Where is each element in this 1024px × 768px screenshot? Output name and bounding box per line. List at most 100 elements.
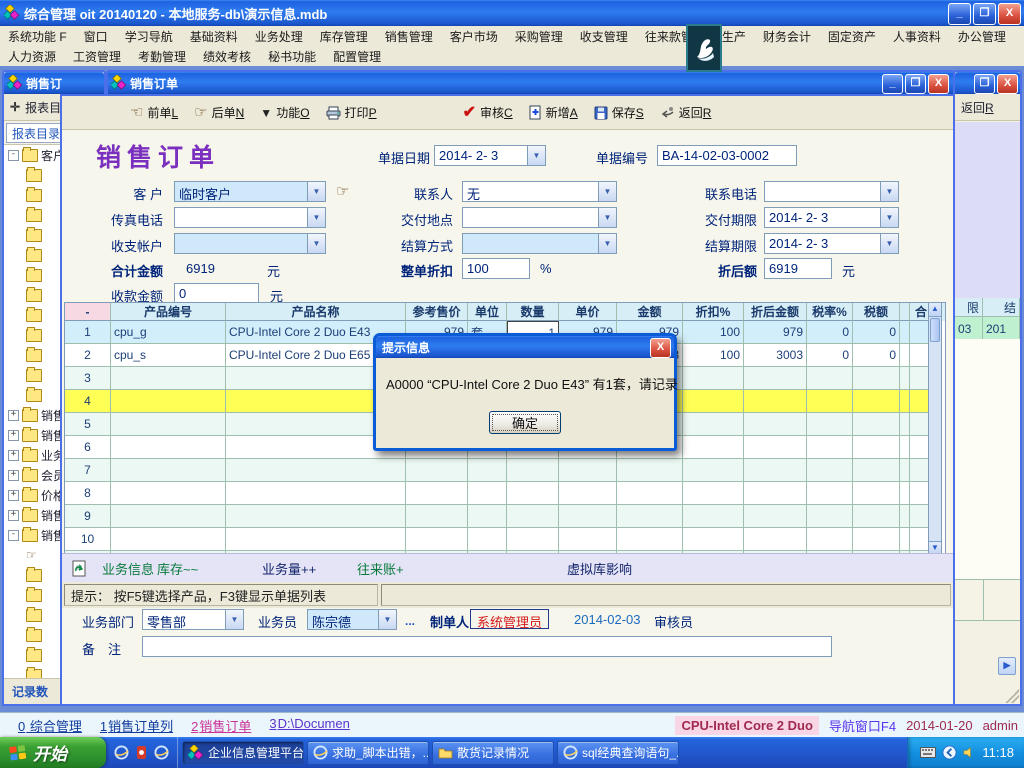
menu-item[interactable]: 绩效考核 xyxy=(203,48,251,65)
order-close-button[interactable]: X xyxy=(928,74,949,94)
volume-icon[interactable] xyxy=(963,746,976,759)
menu-item[interactable]: 生产 xyxy=(722,28,746,45)
window-tab[interactable]: 1销售订单列 xyxy=(100,716,173,735)
grid-cell[interactable] xyxy=(900,528,910,551)
grid-cell[interactable] xyxy=(683,413,744,436)
grid-cell[interactable] xyxy=(468,505,507,528)
toolbar-button-S[interactable]: 保存S xyxy=(586,100,652,126)
grid-column-header[interactable]: 折后金额 xyxy=(744,303,807,321)
grid-column-header[interactable] xyxy=(900,303,910,321)
grid-column-header[interactable]: 数量 xyxy=(507,303,559,321)
grid-cell[interactable] xyxy=(406,528,468,551)
grid-cell[interactable] xyxy=(617,505,683,528)
info-bar-item[interactable]: 虚拟库影响 xyxy=(567,559,632,578)
row-number[interactable]: 3 xyxy=(65,367,111,390)
menu-item[interactable]: 窗口 xyxy=(84,28,108,45)
grid-cell[interactable] xyxy=(617,482,683,505)
grid-cell[interactable] xyxy=(507,528,559,551)
dept-select[interactable]: 零售部▼ xyxy=(142,609,244,630)
grid-cell[interactable] xyxy=(853,413,900,436)
toolbar-button-L[interactable]: ☜前单L xyxy=(122,100,186,126)
contact-select[interactable]: 无▼ xyxy=(462,181,617,202)
toolbar-button-C[interactable]: ✔审核C xyxy=(455,100,521,126)
grid-cell[interactable] xyxy=(226,482,406,505)
grid-cell[interactable] xyxy=(617,528,683,551)
order-date-select[interactable]: 2014- 2- 3▼ xyxy=(434,145,546,166)
menu-item[interactable]: 采购管理 xyxy=(515,28,563,45)
grid-cell[interactable] xyxy=(900,436,910,459)
menu-item[interactable]: 收支管理 xyxy=(580,28,628,45)
info-bar-item[interactable]: 业务量++ xyxy=(262,559,316,578)
discount-input[interactable]: 100 xyxy=(462,258,530,279)
grid-row[interactable]: 7 xyxy=(65,459,945,482)
app-minimize-button[interactable]: _ xyxy=(948,3,971,25)
order-maximize-button[interactable]: ❐ xyxy=(905,74,926,94)
grid-cell[interactable] xyxy=(807,459,853,482)
grid-cell[interactable] xyxy=(559,505,617,528)
fax-select[interactable]: ▼ xyxy=(174,207,326,228)
nav-window-link[interactable]: 导航窗口F4 xyxy=(829,716,896,735)
grid-cell[interactable] xyxy=(507,505,559,528)
grid-cell[interactable] xyxy=(507,482,559,505)
grid-cell[interactable] xyxy=(807,505,853,528)
deliver-select[interactable]: 2014- 2- 3▼ xyxy=(764,207,899,228)
order-list-close-button[interactable]: X xyxy=(997,74,1018,94)
grid-cell[interactable] xyxy=(853,528,900,551)
grid-cell[interactable] xyxy=(853,482,900,505)
sales-order-titlebar[interactable]: 销售订单 _ ❐ X xyxy=(106,70,955,94)
grid-cell[interactable] xyxy=(683,482,744,505)
grid-cell[interactable] xyxy=(683,505,744,528)
grid-row[interactable]: 10 xyxy=(65,528,945,551)
language-icon[interactable] xyxy=(942,745,957,760)
order-list-titlebar[interactable]: ❐ X xyxy=(955,72,1020,94)
menu-item[interactable]: 工资管理 xyxy=(73,48,121,65)
dialog-close-button[interactable]: X xyxy=(650,338,671,358)
info-bar-item[interactable]: 业务信息 xyxy=(102,559,154,578)
remark-input[interactable] xyxy=(142,636,832,657)
grid-cell[interactable] xyxy=(744,482,807,505)
grid-column-header[interactable]: 税额 xyxy=(853,303,900,321)
expand-icon[interactable]: + xyxy=(8,510,19,521)
menu-item[interactable]: 办公管理 xyxy=(958,28,1006,45)
collapse-icon[interactable]: - xyxy=(8,530,19,541)
toolbar-button-A[interactable]: 新增A xyxy=(521,100,586,126)
grid-cell[interactable] xyxy=(853,459,900,482)
grid-cell[interactable] xyxy=(853,436,900,459)
grid-cell[interactable] xyxy=(900,344,910,367)
scroll-right-button[interactable]: ▶ xyxy=(998,657,1016,675)
grid-column-header[interactable]: 产品名称 xyxy=(226,303,406,321)
grid-cell[interactable] xyxy=(559,459,617,482)
grid-cell[interactable] xyxy=(507,459,559,482)
grid-row[interactable]: 8 xyxy=(65,482,945,505)
grid-cell[interactable] xyxy=(617,459,683,482)
menu-item[interactable]: 配置管理 xyxy=(333,48,381,65)
grid-cell[interactable] xyxy=(111,482,226,505)
grid-cell[interactable] xyxy=(111,436,226,459)
window-tab[interactable]: 2销售订单 xyxy=(191,716,251,735)
grid-cell[interactable]: 979 xyxy=(744,321,807,344)
grid-column-header[interactable]: 金额 xyxy=(617,303,683,321)
grid-cell[interactable] xyxy=(744,528,807,551)
toolbar-button-N[interactable]: ☞后单N xyxy=(186,100,252,126)
grid-cell[interactable] xyxy=(226,505,406,528)
window-tab[interactable]: 3D:\Documen xyxy=(269,716,349,735)
menu-item[interactable]: 财务会计 xyxy=(763,28,811,45)
grid-cell[interactable]: 0 xyxy=(807,344,853,367)
pick-customer-icon[interactable]: ☞ xyxy=(336,182,349,200)
grid-cell[interactable] xyxy=(900,321,910,344)
toolbar-button-P[interactable]: 打印P xyxy=(318,100,385,126)
task-button[interactable]: 求助_脚本出错，... xyxy=(307,741,429,765)
task-button[interactable]: sql经典查询语句_... xyxy=(557,741,679,765)
row-number[interactable]: 6 xyxy=(65,436,111,459)
grid-cell[interactable] xyxy=(807,367,853,390)
grid-column-header[interactable]: 税率% xyxy=(807,303,853,321)
expand-icon[interactable]: + xyxy=(8,410,19,421)
grid-column-header[interactable]: - xyxy=(65,303,111,321)
grid-column-header[interactable]: 单价 xyxy=(559,303,617,321)
refresh-doc-icon[interactable] xyxy=(72,560,87,577)
grid-cell[interactable] xyxy=(111,528,226,551)
row-number[interactable]: 1 xyxy=(65,321,111,344)
expand-icon[interactable]: + xyxy=(8,470,19,481)
row-number[interactable]: 4 xyxy=(65,390,111,413)
menu-item[interactable]: 系统功能 F xyxy=(8,28,67,45)
